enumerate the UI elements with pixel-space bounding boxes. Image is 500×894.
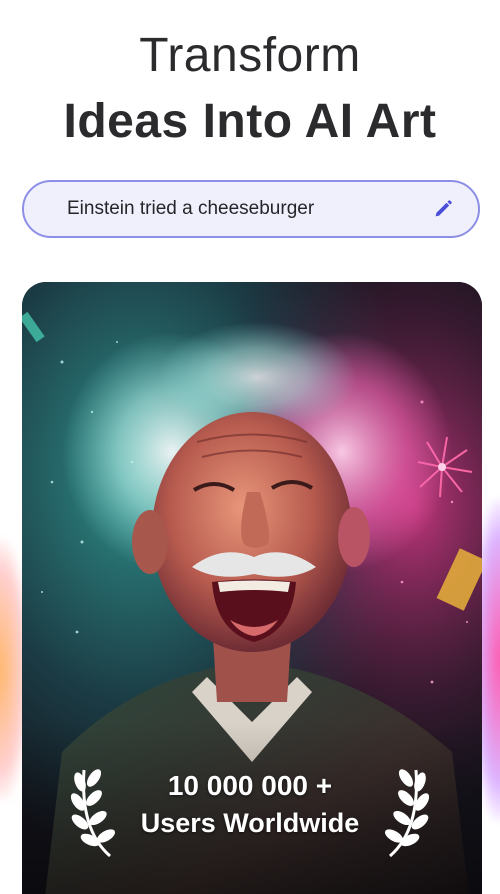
headline-line-1: Transform	[139, 29, 361, 82]
laurel-wreath-icon	[384, 769, 430, 858]
user-count-badge: 10 000 000 + Users Worldwide	[60, 760, 440, 860]
prompt-input-value[interactable]: Einstein tried a cheeseburger	[67, 198, 432, 220]
pencil-icon[interactable]	[432, 198, 454, 220]
headline-line-2: Ideas Into AI Art	[63, 95, 437, 148]
prompt-input[interactable]: Einstein tried a cheeseburger	[22, 180, 480, 238]
promo-screen: Transform Ideas Into AI Art Einstein tri…	[0, 0, 500, 894]
